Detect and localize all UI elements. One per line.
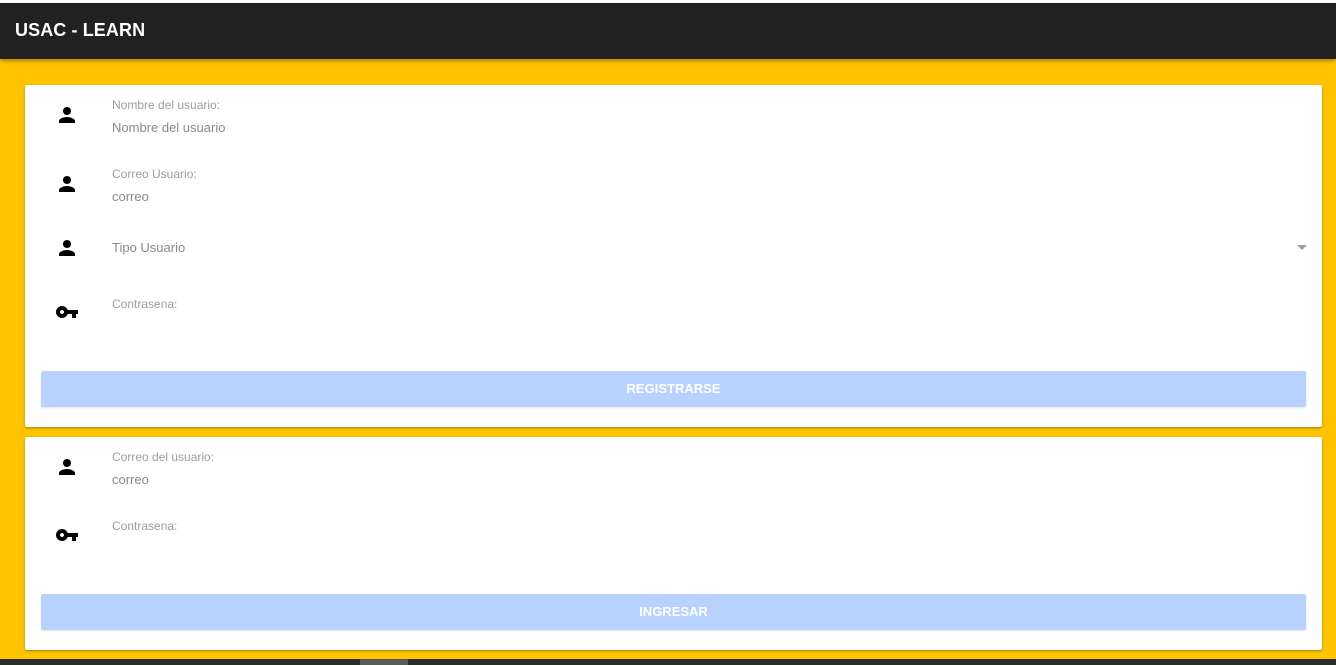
login-password-label: Contrasena: <box>112 519 178 533</box>
password-input[interactable] <box>112 317 1292 335</box>
login-password-input[interactable] <box>112 539 1292 557</box>
login-email-label: Correo del usuario: <box>112 450 215 464</box>
key-icon <box>55 523 79 547</box>
name-label: Nombre del usuario: <box>112 98 221 112</box>
login-email-input[interactable]: correo <box>112 472 1292 490</box>
name-input[interactable]: Nombre del usuario <box>112 120 1292 138</box>
person-icon <box>55 172 79 196</box>
person-icon <box>55 236 79 260</box>
register-button[interactable]: REGISTRARSE <box>41 371 1306 407</box>
email-label: Correo Usuario: <box>112 167 197 181</box>
email-input[interactable]: correo <box>112 189 1292 207</box>
user-type-placeholder: Tipo Usuario <box>112 240 186 255</box>
password-label: Contrasena: <box>112 297 178 311</box>
arrow-drop-down-icon <box>1297 245 1307 250</box>
horizontal-scrollbar[interactable] <box>0 659 1336 665</box>
login-card: Correo del usuario: correo Contrasena: I… <box>25 437 1322 650</box>
login-button[interactable]: INGRESAR <box>41 594 1306 630</box>
scrollbar-thumb[interactable] <box>360 659 408 665</box>
register-card: Nombre del usuario: Nombre del usuario C… <box>25 85 1322 427</box>
key-icon <box>55 300 79 324</box>
person-icon <box>55 103 79 127</box>
user-type-select[interactable]: Tipo Usuario <box>112 233 1307 263</box>
app-bar: USAC - LEARN <box>0 3 1336 59</box>
person-icon <box>55 455 79 479</box>
app-title: USAC - LEARN <box>15 20 146 40</box>
